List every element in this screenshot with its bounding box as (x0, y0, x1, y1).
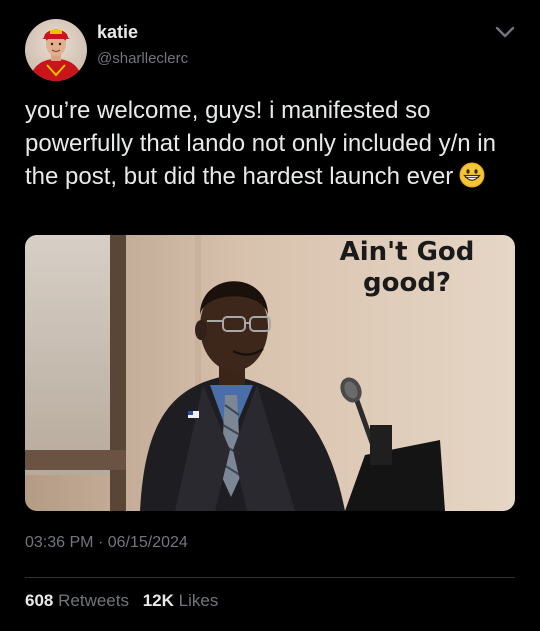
tweet-time: 03:36 PM (25, 534, 94, 551)
username-handle[interactable]: @sharlleclerc (97, 50, 188, 67)
tweet-text: you’re welcome, guys! i manifested so po… (25, 94, 515, 193)
likes-label: Likes (178, 591, 219, 610)
likes-stat[interactable]: 12K Likes (143, 591, 219, 610)
retweets-label: Retweets (58, 591, 129, 610)
display-name[interactable]: katie (97, 22, 138, 43)
avatar-image (25, 19, 87, 81)
retweets-count: 608 (25, 591, 54, 610)
tweet-body: you’re welcome, guys! i manifested so po… (25, 97, 496, 190)
divider (25, 577, 515, 578)
avatar[interactable] (25, 19, 87, 81)
grinning-face-emoji-icon (459, 162, 485, 188)
separator-dot: · (97, 534, 104, 551)
tweet-date: 06/15/2024 (107, 534, 188, 551)
engagement-stats: 608 Retweets 12K Likes (25, 591, 227, 611)
tweet-card: katie @sharlleclerc you’re welcome, guys… (0, 0, 540, 631)
tweet-timestamp[interactable]: 03:36 PM · 06/15/2024 (25, 534, 188, 552)
likes-count: 12K (142, 591, 174, 610)
chevron-down-icon[interactable] (493, 22, 517, 42)
retweets-stat[interactable]: 608 Retweets (25, 591, 129, 610)
tweet-media-image[interactable]: Ain't God good? (25, 235, 515, 511)
meme-caption: Ain't God good? (339, 237, 475, 298)
